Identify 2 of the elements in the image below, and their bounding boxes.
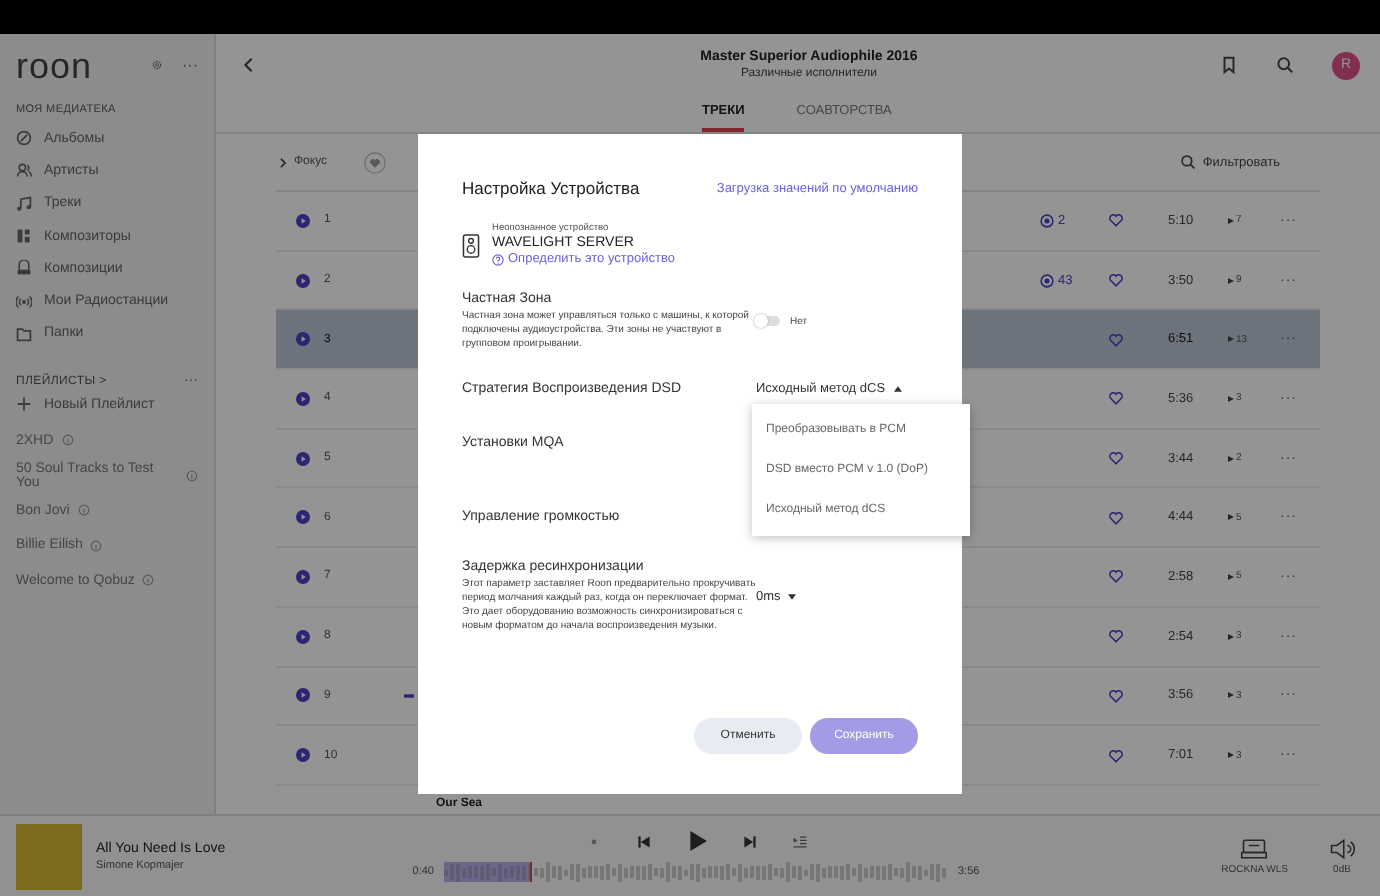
app-logo: roon bbox=[16, 47, 93, 83]
dialog-title: Настройка Устройства bbox=[462, 178, 640, 198]
